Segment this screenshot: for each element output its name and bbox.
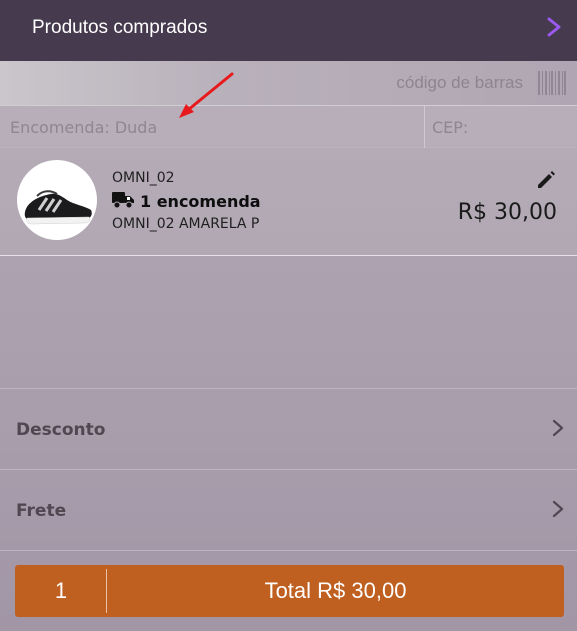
total-label[interactable]: Total R$ 30,00 [107,565,564,617]
chevron-right-icon[interactable] [545,16,563,38]
barcode-row[interactable]: código de barras [0,61,577,105]
purchased-products-panel: Produtos comprados código de barras Enco… [0,0,577,631]
quantity-display[interactable]: 1 [15,565,107,617]
shipping-row[interactable]: Frete [0,469,577,550]
chevron-right-icon [552,419,564,437]
header-title: Produtos comprados [32,17,208,38]
truck-icon [112,192,134,209]
field-divider [424,106,425,148]
pencil-icon[interactable] [535,169,557,191]
checkout-button[interactable]: 1 Total R$ 30,00 [15,565,564,617]
chevron-right-icon [552,500,564,518]
header-bar[interactable]: Produtos comprados [0,0,577,61]
discount-row[interactable]: Desconto [0,388,577,469]
sneaker-thumbnail [24,190,92,225]
order-fields-row: Encomenda: Duda CEP: [0,105,577,148]
discount-label: Desconto [16,420,106,440]
order-name-field[interactable]: Encomenda: Duda [10,118,157,137]
barcode-icon[interactable] [537,70,567,96]
product-description: OMNI_02 AMARELA P [112,216,260,232]
product-item[interactable]: OMNI_02 1 encomenda OMNI_02 AMARELA P R$… [0,147,577,256]
product-sku: OMNI_02 [112,170,175,186]
red-arrow-annotation [179,72,234,118]
shipping-label: Frete [16,501,67,521]
orders-count: 1 encomenda [140,192,261,211]
barcode-label: código de barras [396,73,523,92]
product-image [17,160,97,240]
cep-field[interactable]: CEP: [432,118,468,137]
product-price: R$ 30,00 [457,200,557,225]
